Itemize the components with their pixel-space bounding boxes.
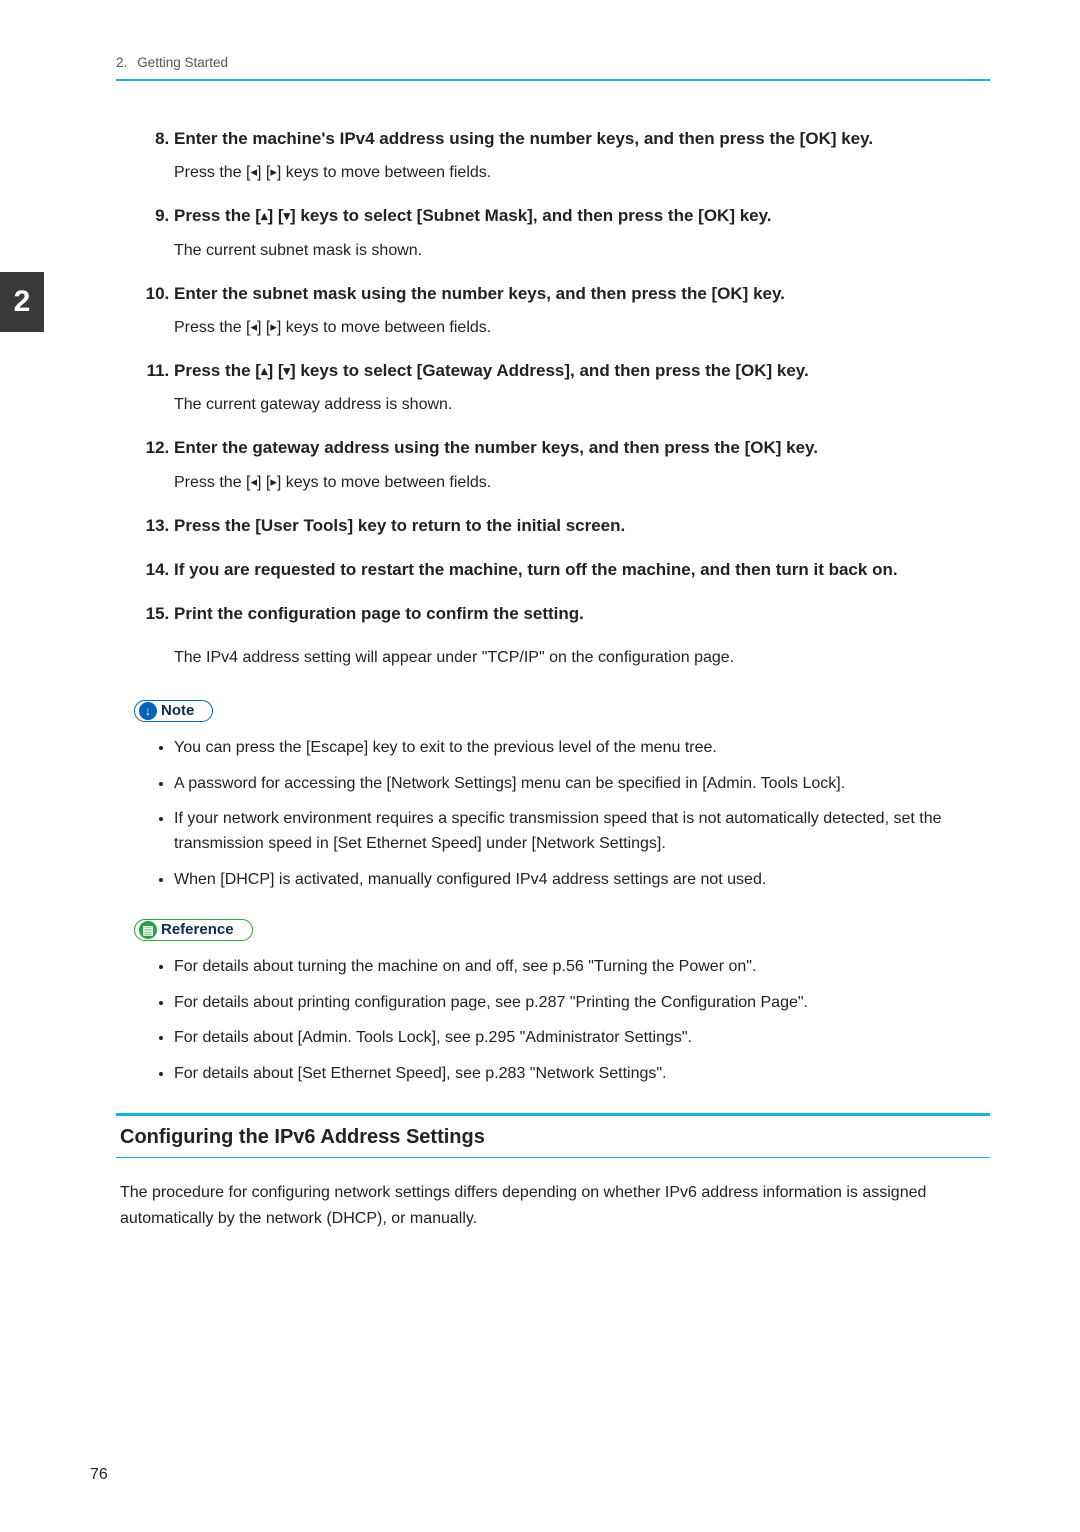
list-item: For details about printing configuration… (174, 991, 990, 1016)
chapter-prefix: 2. (116, 55, 127, 70)
left-arrow-icon: ◂ (250, 164, 257, 179)
note-callout: ↓ Note (134, 700, 213, 722)
section-rule (116, 1113, 990, 1116)
step-text: The current gateway address is shown. (174, 393, 990, 417)
list-item: For details about [Admin. Tools Lock], s… (174, 1026, 990, 1051)
reference-icon: ▤ (139, 921, 157, 939)
left-arrow-icon: ◂ (250, 474, 257, 489)
post-step-text: The IPv4 address setting will appear und… (174, 646, 990, 670)
right-arrow-icon: ▸ (270, 164, 277, 179)
step-15: Print the configuration page to confirm … (174, 601, 990, 627)
note-list: You can press the [Escape] key to exit t… (116, 736, 990, 893)
list-item: For details about turning the machine on… (174, 955, 990, 980)
reference-label: Reference (161, 921, 234, 938)
right-arrow-icon: ▸ (270, 474, 277, 489)
step-heading: Enter the machine's IPv4 address using t… (174, 126, 990, 152)
step-10: Enter the subnet mask using the number k… (174, 281, 990, 340)
chapter-title: Getting Started (137, 55, 228, 70)
section-title: Configuring the IPv6 Address Settings (120, 1126, 990, 1149)
step-14: If you are requested to restart the mach… (174, 557, 990, 583)
step-heading: Print the configuration page to confirm … (174, 601, 990, 627)
step-heading: Press the [▴] [▾] keys to select [Subnet… (174, 203, 990, 229)
list-item: If your network environment requires a s… (174, 807, 990, 857)
reference-list: For details about turning the machine on… (116, 955, 990, 1087)
list-item: A password for accessing the [Network Se… (174, 772, 990, 797)
reference-callout: ▤ Reference (134, 919, 253, 941)
step-9: Press the [▴] [▾] keys to select [Subnet… (174, 203, 990, 262)
step-12: Enter the gateway address using the numb… (174, 435, 990, 494)
down-arrow-icon: ▾ (284, 208, 291, 223)
step-heading: Enter the subnet mask using the number k… (174, 281, 990, 307)
up-arrow-icon: ▴ (261, 208, 268, 223)
step-text: Press the [◂] [▸] keys to move between f… (174, 161, 990, 185)
page-number: 76 (90, 1466, 108, 1484)
chapter-tab: 2 (0, 272, 44, 332)
list-item: When [DHCP] is activated, manually confi… (174, 868, 990, 893)
step-heading: If you are requested to restart the mach… (174, 557, 990, 583)
section-rule (116, 1157, 990, 1158)
step-11: Press the [▴] [▾] keys to select [Gatewa… (174, 358, 990, 417)
step-text: The current subnet mask is shown. (174, 239, 990, 263)
list-item: You can press the [Escape] key to exit t… (174, 736, 990, 761)
down-arrow-icon: ▾ (284, 363, 291, 378)
list-item: For details about [Set Ethernet Speed], … (174, 1062, 990, 1087)
step-13: Press the [User Tools] key to return to … (174, 513, 990, 539)
step-8: Enter the machine's IPv4 address using t… (174, 126, 990, 185)
page-content: 2. Getting Started Enter the machine's I… (0, 0, 1080, 1231)
running-header: 2. Getting Started (116, 55, 990, 70)
step-text: Press the [◂] [▸] keys to move between f… (174, 316, 990, 340)
left-arrow-icon: ◂ (250, 319, 257, 334)
note-label: Note (161, 702, 194, 719)
note-icon: ↓ (139, 702, 157, 720)
step-heading: Enter the gateway address using the numb… (174, 435, 990, 461)
section-paragraph: The procedure for configuring network se… (120, 1180, 986, 1231)
step-list: Enter the machine's IPv4 address using t… (116, 126, 990, 628)
header-rule (116, 79, 990, 81)
step-text: Press the [◂] [▸] keys to move between f… (174, 471, 990, 495)
step-heading: Press the [▴] [▾] keys to select [Gatewa… (174, 358, 990, 384)
step-heading: Press the [User Tools] key to return to … (174, 513, 990, 539)
right-arrow-icon: ▸ (270, 319, 277, 334)
up-arrow-icon: ▴ (261, 363, 268, 378)
section: Configuring the IPv6 Address Settings Th… (116, 1113, 990, 1231)
